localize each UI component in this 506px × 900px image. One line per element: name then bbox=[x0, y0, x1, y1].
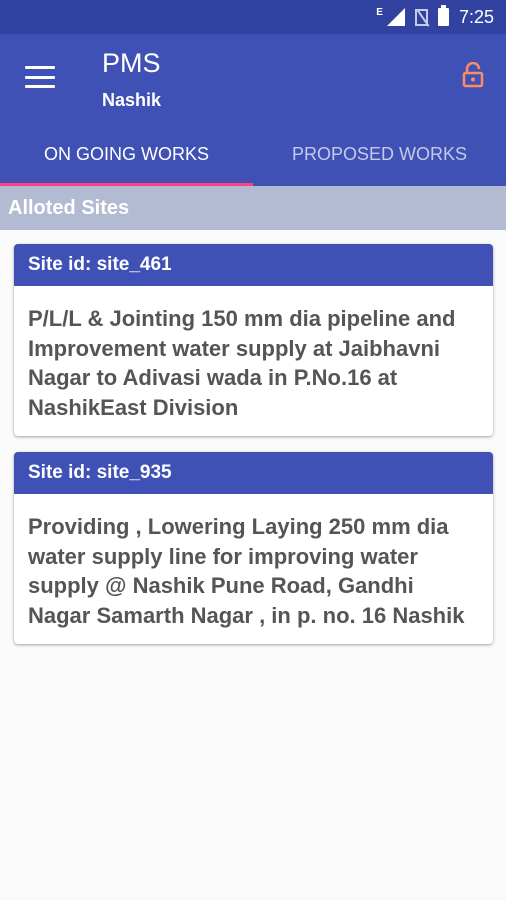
tab-on-going-works[interactable]: ON GOING WORKS bbox=[0, 122, 253, 186]
site-card[interactable]: Site id: site_935 Providing , Lowering L… bbox=[14, 452, 493, 644]
tab-proposed-works[interactable]: PROPOSED WORKS bbox=[253, 122, 506, 186]
lock-open-icon[interactable] bbox=[462, 61, 484, 88]
signal-icon bbox=[386, 8, 405, 26]
app-title: PMS bbox=[102, 48, 161, 78]
site-id-label: Site id: site_935 bbox=[14, 452, 493, 494]
tab-bar: ON GOING WORKS PROPOSED WORKS bbox=[0, 122, 506, 186]
no-sim-icon bbox=[414, 8, 428, 26]
app-subtitle: Nashik bbox=[102, 90, 162, 110]
section-header: Alloted Sites bbox=[0, 186, 506, 230]
site-id-label: Site id: site_461 bbox=[14, 244, 493, 286]
hamburger-menu-icon[interactable] bbox=[25, 66, 55, 88]
battery-icon bbox=[437, 5, 449, 26]
site-description: P/L/L & Jointing 150 mm dia pipeline and… bbox=[28, 306, 456, 420]
site-list: Site id: site_461 P/L/L & Jointing 150 m… bbox=[14, 244, 493, 660]
site-card[interactable]: Site id: site_461 P/L/L & Jointing 150 m… bbox=[14, 244, 493, 436]
status-time: 7:25 bbox=[458, 6, 494, 27]
status-bar: E 7:25 bbox=[0, 0, 506, 34]
app-bar: PMS Nashik bbox=[0, 34, 506, 122]
network-type-indicator: E bbox=[376, 6, 383, 18]
site-description: Providing , Lowering Laying 250 mm dia w… bbox=[28, 514, 465, 628]
